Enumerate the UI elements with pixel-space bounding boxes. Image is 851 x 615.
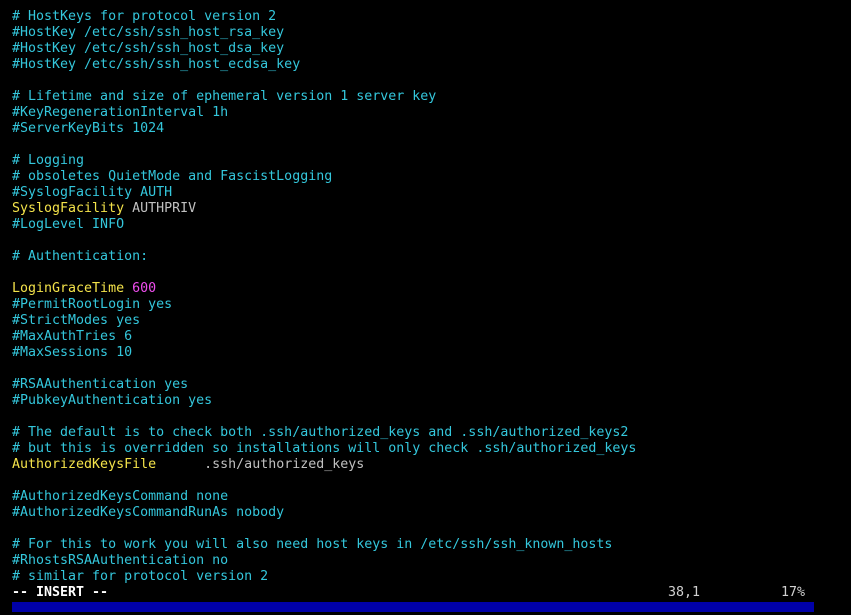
editor-line[interactable]: #HostKey /etc/ssh/ssh_host_rsa_key [12,25,842,41]
comment-text: # HostKeys for protocol version 2 [12,9,277,24]
comment-text: # Authentication: [12,249,149,264]
terminal-window[interactable]: # HostKeys for protocol version 2 #HostKe… [0,0,851,615]
editor-line[interactable]: #RSAAuthentication yes [12,377,842,393]
comment-text: #PubkeyAuthentication yes [12,393,213,408]
editor-line[interactable]: #HostKey /etc/ssh/ssh_host_dsa_key [12,41,842,57]
editor-line[interactable]: #MaxSessions 10 [12,345,842,361]
comment-text: #AuthorizedKeysCommand none [12,489,229,504]
editor-line[interactable]: #StrictModes yes [12,313,842,329]
comment-text: #AuthorizedKeysCommandRunAs nobody [12,505,285,520]
editor-line[interactable]: # similar for protocol version 2 [12,569,842,585]
editor-line[interactable]: #PubkeyAuthentication yes [12,393,842,409]
editor-line[interactable]: # obsoletes QuietMode and FascistLogging [12,169,842,185]
editor-line[interactable]: # Lifetime and size of ephemeral version… [12,89,842,105]
editor-line[interactable]: #ServerKeyBits 1024 [12,121,842,137]
bottom-bar [12,602,814,612]
editor-line[interactable]: #PermitRootLogin yes [12,297,842,313]
comment-text: #MaxSessions 10 [12,345,133,360]
directive-value: .ssh/authorized_keys [204,457,365,472]
editor-line[interactable] [12,73,842,89]
editor-line[interactable]: #KeyRegenerationInterval 1h [12,105,842,121]
directive-keyword: LoginGraceTime [12,281,125,296]
editor-line[interactable]: # Authentication: [12,249,842,265]
mode-indicator: -- INSERT -- [12,585,109,600]
comment-text: # Lifetime and size of ephemeral version… [12,89,437,104]
editor-line[interactable]: # but this is overridden so installation… [12,441,842,457]
editor-line[interactable] [12,361,842,377]
comment-text: # obsoletes QuietMode and FascistLogging [12,169,333,184]
editor-line[interactable] [12,137,842,153]
status-line: -- INSERT -- 38,1 17% [12,585,812,601]
editor-line[interactable]: #AuthorizedKeysCommandRunAs nobody [12,505,842,521]
cursor-position: 38,1 [668,585,701,600]
comment-text: # The default is to check both .ssh/auth… [12,425,629,440]
comment-text: #ServerKeyBits 1024 [12,121,165,136]
comment-text: #LogLevel INFO [12,217,125,232]
comment-text: #HostKey /etc/ssh/ssh_host_dsa_key [12,41,285,56]
comment-text: #RhostsRSAAuthentication no [12,553,229,568]
editor-buffer[interactable]: # HostKeys for protocol version 2 #HostKe… [12,9,842,585]
comment-text: # but this is overridden so installation… [12,441,637,456]
editor-line[interactable]: #LogLevel INFO [12,217,842,233]
editor-line[interactable] [12,409,842,425]
editor-line[interactable]: #MaxAuthTries 6 [12,329,842,345]
editor-line[interactable]: AuthorizedKeysFile .ssh/authorized_keys [12,457,842,473]
directive-number: 600 [132,281,157,296]
editor-line[interactable]: # For this to work you will also need ho… [12,537,842,553]
editor-line[interactable] [12,473,842,489]
directive-separator [124,281,132,296]
comment-text: # similar for protocol version 2 [12,569,269,584]
editor-line[interactable]: SyslogFacility AUTHPRIV [12,201,842,217]
comment-text: #MaxAuthTries 6 [12,329,133,344]
comment-text: # Logging [12,153,85,168]
editor-line[interactable]: #HostKey /etc/ssh/ssh_host_ecdsa_key [12,57,842,73]
editor-line[interactable]: LoginGraceTime 600 [12,281,842,297]
comment-text: #SyslogFacility AUTH [12,185,173,200]
directive-separator [156,457,204,472]
directive-value: AUTHPRIV [132,201,197,216]
directive-keyword: AuthorizedKeysFile [12,457,157,472]
comment-text: #HostKey /etc/ssh/ssh_host_rsa_key [12,25,285,40]
scroll-percent: 17% [781,585,806,600]
directive-separator [124,201,132,216]
editor-line[interactable]: # Logging [12,153,842,169]
comment-text: #PermitRootLogin yes [12,297,173,312]
editor-line[interactable] [12,265,842,281]
editor-line[interactable]: # The default is to check both .ssh/auth… [12,425,842,441]
editor-line[interactable]: #SyslogFacility AUTH [12,185,842,201]
editor-line[interactable]: #RhostsRSAAuthentication no [12,553,842,569]
editor-line[interactable] [12,521,842,537]
comment-text: #HostKey /etc/ssh/ssh_host_ecdsa_key [12,57,301,72]
editor-line[interactable]: #AuthorizedKeysCommand none [12,489,842,505]
comment-text: # For this to work you will also need ho… [12,537,613,552]
editor-line[interactable] [12,233,842,249]
directive-keyword: SyslogFacility [12,201,125,216]
comment-text: #RSAAuthentication yes [12,377,189,392]
comment-text: #StrictModes yes [12,313,141,328]
comment-text: #KeyRegenerationInterval 1h [12,105,229,120]
editor-line[interactable]: # HostKeys for protocol version 2 [12,9,842,25]
